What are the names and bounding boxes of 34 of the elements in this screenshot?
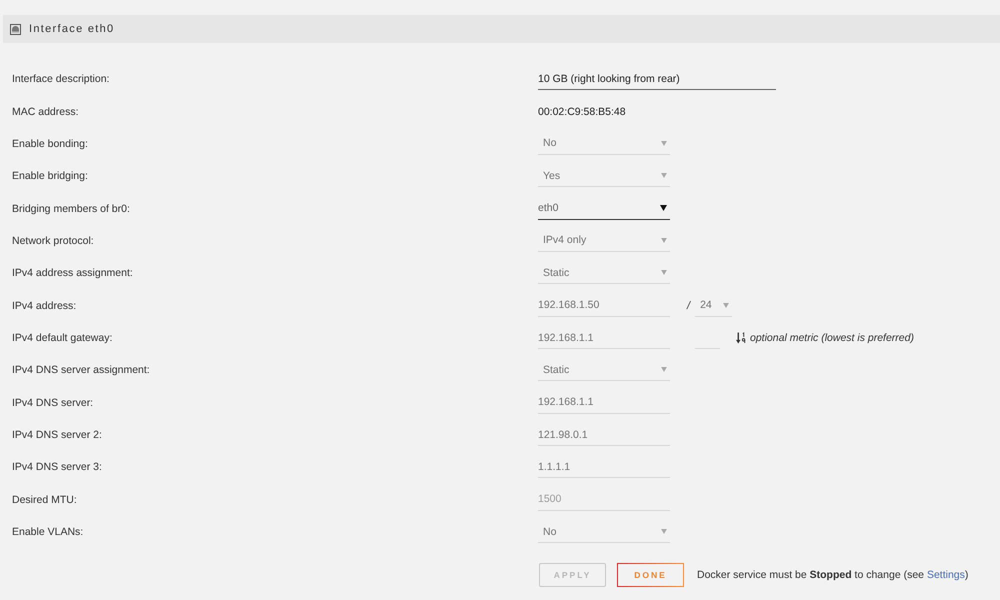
caret-icon <box>660 205 667 212</box>
field-label: Interface description: <box>12 73 110 86</box>
field-label: IPv4 address assignment: <box>12 267 133 280</box>
settings-link[interactable]: Settings <box>926 569 965 582</box>
field-label: Enable bridging: <box>12 170 88 182</box>
caret-icon <box>661 367 667 372</box>
field-label: Enable VLANs: <box>12 526 84 538</box>
field-label: Desired MTU: <box>12 494 77 506</box>
field-label: MAC address: <box>12 106 79 118</box>
caret-icon <box>661 270 667 276</box>
field-label: IPv4 DNS server 2: <box>12 429 102 442</box>
field-label: IPv4 address: <box>12 300 76 312</box>
caret-icon <box>661 140 667 146</box>
dropdown[interactable]: eth0 <box>538 198 670 220</box>
field-label: Network protocol: <box>12 234 94 247</box>
field-label: IPv4 DNS server: <box>12 396 94 409</box>
status-note: Docker service must be Stopped to change (see Settings) <box>697 569 968 582</box>
caret-icon <box>661 529 667 534</box>
panel-title: Interface eth0 <box>29 23 114 35</box>
sort-numeric-icon <box>736 332 746 344</box>
field-label: IPv4 DNS server 3: <box>12 461 102 474</box>
port-icon <box>10 24 21 34</box>
input-field[interactable]: 10 GB (right looking from rear) <box>538 68 776 90</box>
field-label: Bridging members of br0: <box>12 202 130 215</box>
caret-icon <box>661 173 667 178</box>
hint-text: optional metric (lowest is preferred) <box>750 332 914 344</box>
caret-icon <box>661 238 667 243</box>
field-label: IPv4 default gateway: <box>12 332 112 344</box>
field-label: IPv4 DNS server assignment: <box>12 364 150 376</box>
static-value: 00:02:C9:58:B5:48 <box>538 106 626 118</box>
field-label: Enable bonding: <box>12 138 88 150</box>
done-button[interactable]: DONE <box>617 563 684 588</box>
slash-separator: / <box>687 300 690 312</box>
caret-icon <box>723 302 730 308</box>
